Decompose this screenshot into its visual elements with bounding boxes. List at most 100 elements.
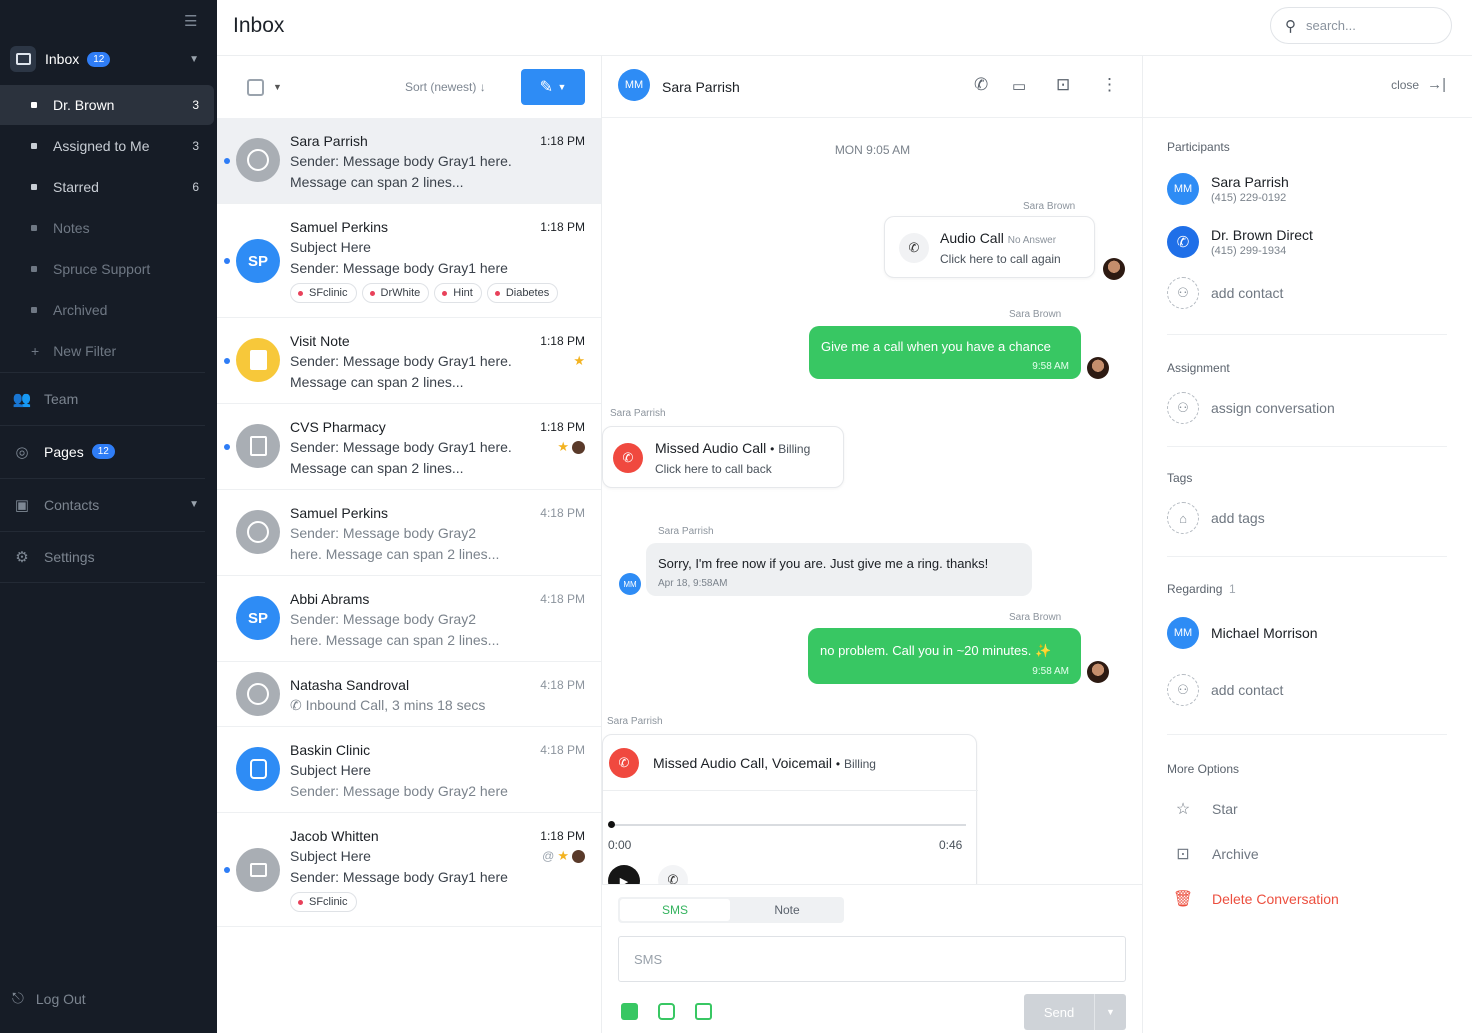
chevron-down-icon[interactable]: ▼ [189,54,199,65]
send-button[interactable]: Send ▼ [1024,994,1126,1030]
filter-assigned-to-me[interactable]: Assigned to Me 3 [0,126,214,166]
participant-row[interactable]: ✆ Dr. Brown Direct (415) 299-1934 [1167,226,1313,258]
tab-sms[interactable]: SMS [620,899,730,921]
close-panel-icon: →| [1427,76,1446,93]
sort-dropdown[interactable]: Sort (newest) ↓ [405,80,486,94]
app: ☰ Inbox 12 ▼ Dr. Brown 3 Assigned to Me … [0,0,1472,1033]
star-button[interactable]: ☆ Star [1171,799,1238,819]
compose-button[interactable]: ✎ ▼ [521,69,585,105]
delete-conversation-button[interactable]: 🗑 Delete Conversation [1171,889,1339,909]
arrow-down-icon: ↓ [479,80,486,94]
filter-archived[interactable]: Archived [0,290,214,330]
conversation-row[interactable]: Baskin Clinic 4:18 PM Subject Here Sende… [217,727,601,813]
tag-chip[interactable]: Diabetes [486,283,559,303]
sidebar-team[interactable]: 👥 Team [0,372,205,424]
inbox-icon [10,46,36,72]
tag-chip[interactable]: DrWhite [361,283,430,303]
filter-label: Spruce Support [53,261,151,277]
conversation-row[interactable]: SP Abbi Abrams 4:18 PM Sender: Message b… [217,576,601,662]
audio-progress-track[interactable] [611,824,966,826]
add-person-icon: ⚇ [1167,674,1199,706]
filter-dr-brown[interactable]: Dr. Brown 3 [0,85,214,125]
search-input[interactable]: ⚲ search... [1270,7,1452,44]
tag-chip[interactable]: Hint [434,283,482,303]
filter-notes[interactable]: Notes [0,208,214,248]
add-tags-label: add tags [1211,510,1265,526]
audio-call-card[interactable]: ✆ Audio Call No Answer Click here to cal… [884,216,1095,278]
conversation-row[interactable]: Jacob Whitten 1:18 PM @ ★ Subject Here Se… [217,813,601,927]
sidebar-settings[interactable]: ⚙ Settings [0,531,205,583]
conversation-time: 4:18 PM [540,506,585,520]
message-sender: Sara Parrish [658,526,714,537]
conversation-row[interactable]: Natasha Sandroval 4:18 PM ✆ Inbound Call… [217,662,601,727]
conversation-preview: Sender: Message body Gray1 here. [290,153,512,169]
close-button[interactable]: close →| [1391,76,1446,93]
add-tags-button[interactable]: ⌂ add tags [1167,502,1265,534]
sidebar-pages[interactable]: ◎ Pages 12 [0,425,205,477]
sms-input[interactable]: SMS [618,936,1126,982]
conversation-name: Abbi Abrams [290,591,370,607]
missed-call-card[interactable]: ✆ Missed Audio Call • Billing Click here… [602,426,844,488]
more-icon[interactable]: ⋮ [1101,75,1118,95]
bullet-icon [31,143,37,149]
new-filter-label: New Filter [53,343,117,359]
filter-spruce-support[interactable]: Spruce Support [0,249,214,289]
note-avatar-icon [236,338,280,382]
voicemail-card[interactable]: ✆ Missed Audio Call, Voicemail • Billing… [602,734,978,904]
unread-indicator [224,358,230,364]
tag-chip[interactable]: SFclinic [290,283,357,303]
chevron-down-icon[interactable]: ▼ [189,499,199,510]
outgoing-message[interactable]: Give me a call when you have a chance 9:… [809,326,1081,379]
logout-button[interactable]: ⎋ Log Out [12,990,86,1007]
filter-label: Dr. Brown [53,97,115,113]
conversation-row[interactable]: CVS Pharmacy 1:18 PM ★ Sender: Message b… [217,404,601,490]
audio-scrubber[interactable] [608,821,615,828]
assign-conversation-button[interactable]: ⚇ assign conversation [1167,392,1335,424]
add-contact-button[interactable]: ⚇ add contact [1167,277,1283,309]
form-icon[interactable] [695,1003,712,1020]
add-contact-label: add contact [1211,682,1284,698]
thread-header: MM Sara Parrish ✆ ▭ ⊡ ⋮ [602,56,1142,118]
conversation-preview: here. Message can span 2 lines... [290,546,500,562]
sidebar-inbox[interactable]: Inbox 12 ▼ [0,40,217,78]
archive-button[interactable]: ⊡ Archive [1171,844,1259,864]
chevron-down-icon[interactable]: ▼ [273,82,282,92]
conversation-preview: Sender: Message body Gray2 [290,525,476,541]
new-filter-button[interactable]: + New Filter [0,331,214,371]
tag-chip[interactable]: SFclinic [290,892,357,912]
add-attachment-icon[interactable] [621,1003,638,1020]
pages-badge: 12 [91,444,115,459]
sidebar-contacts[interactable]: ▣ Contacts ▼ [0,478,205,530]
conversation-name: Samuel Perkins [290,219,389,235]
outgoing-message[interactable]: no problem. Call you in ~20 minutes. ✨ 9… [808,628,1081,684]
plus-icon: + [31,343,40,359]
tab-note[interactable]: Note [732,899,842,921]
sort-label: Sort (newest) [405,80,477,94]
conversation-preview: Sender: Message body Gray1 here [290,869,508,885]
conversation-row[interactable]: Visit Note 1:18 PM ★ Sender: Message bod… [217,318,601,404]
chevron-down-icon[interactable]: ▼ [1094,994,1126,1030]
incoming-message[interactable]: Sorry, I'm free now if you are. Just giv… [646,543,1032,596]
filter-starred[interactable]: Starred 6 [0,167,214,207]
conversation-preview: ✆ Inbound Call, 3 mins 18 secs [290,697,485,714]
video-icon[interactable]: ▭ [1012,77,1026,95]
phone-icon[interactable]: ✆ [974,75,988,95]
star-label: Star [1212,801,1238,817]
archive-label: Archive [1212,846,1259,862]
avatar: SP [236,596,280,640]
template-icon[interactable] [658,1003,675,1020]
trash-icon: 🗑 [1172,891,1194,908]
conversation-row[interactable]: Sara Parrish 1:18 PM Sender: Message bod… [217,118,601,204]
conversation-row[interactable]: Samuel Perkins 4:18 PM Sender: Message b… [217,490,601,576]
conversation-row[interactable]: SP Samuel Perkins 1:18 PM Subject Here S… [217,204,601,318]
archive-icon[interactable]: ⊡ [1056,75,1070,95]
assign-label: assign conversation [1211,400,1335,416]
pages-label: Pages [44,443,84,460]
add-contact-button[interactable]: ⚇ add contact [1167,674,1283,706]
assignee-avatar [572,849,585,863]
regarding-row[interactable]: MM Michael Morrison [1167,617,1318,649]
select-all-checkbox[interactable] [247,79,264,96]
filter-label: Notes [53,220,90,236]
participant-row[interactable]: MM Sara Parrish (415) 229-0192 [1167,173,1289,205]
collapse-sidebar-icon[interactable]: ☰ [184,12,197,30]
